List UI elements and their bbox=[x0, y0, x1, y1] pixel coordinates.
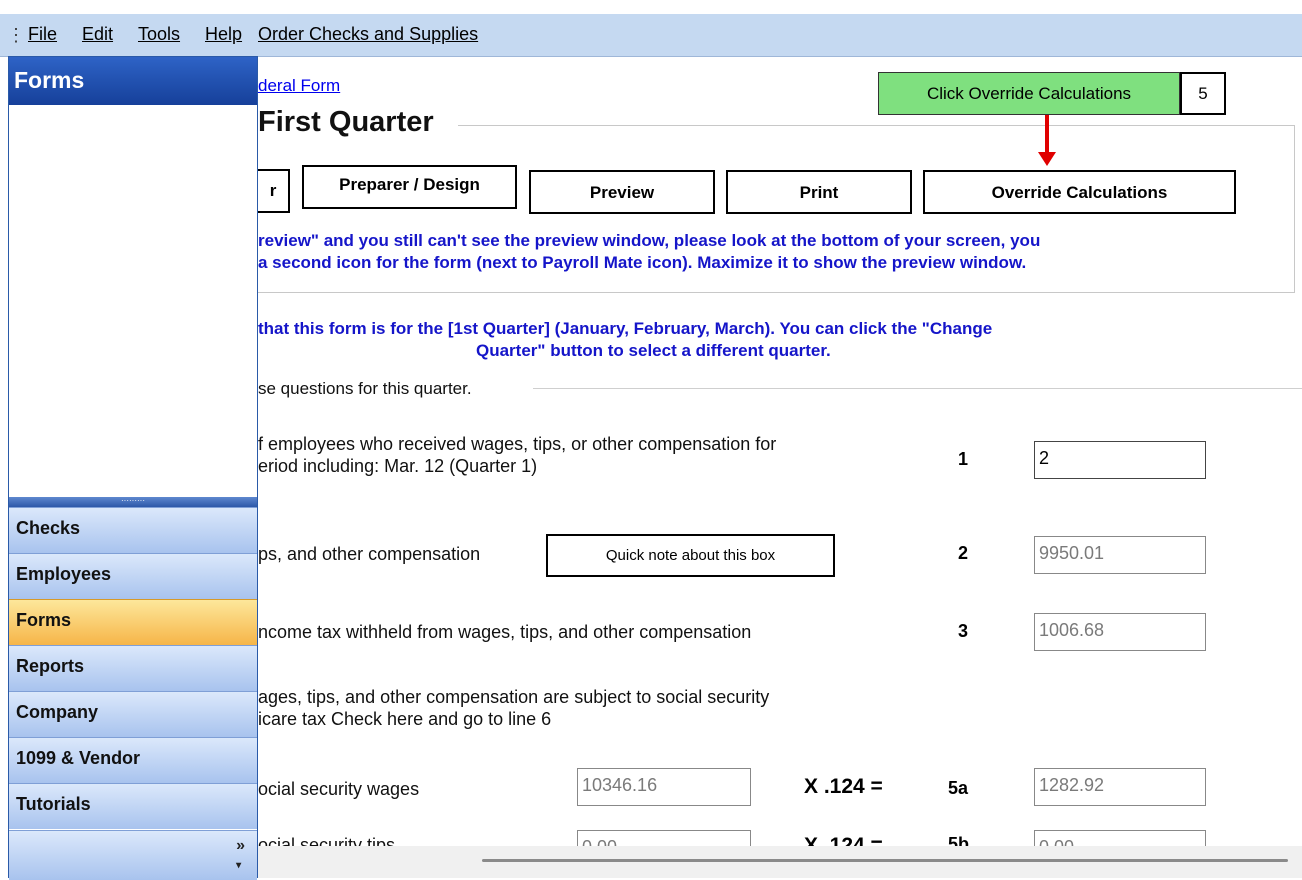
menu-order-checks[interactable]: Order Checks and Supplies bbox=[258, 24, 478, 45]
preview-note: review" and you still can't see the prev… bbox=[258, 231, 1041, 272]
preview-button[interactable]: Preview bbox=[529, 170, 715, 214]
nav-reports[interactable]: Reports bbox=[9, 645, 257, 691]
chevron-more-icon[interactable]: » ▾ bbox=[236, 837, 245, 873]
step-number: 5 bbox=[1180, 72, 1226, 115]
horizontal-scrollbar[interactable] bbox=[258, 846, 1302, 878]
menu-help[interactable]: Help bbox=[205, 24, 242, 45]
federal-form-link[interactable]: deral Form bbox=[258, 76, 340, 96]
menu-bar: ⋮ File Edit Tools Help Order Checks and … bbox=[0, 14, 1302, 57]
menu-edit[interactable]: Edit bbox=[82, 24, 113, 45]
ss-wages-multiplier: X .124 = bbox=[804, 775, 883, 798]
nav-overflow-bar: » ▾ bbox=[9, 830, 257, 880]
nav-company[interactable]: Company bbox=[9, 691, 257, 737]
line-1-label: f employees who received wages, tips, or… bbox=[258, 434, 777, 476]
menu-tools[interactable]: Tools bbox=[138, 24, 180, 45]
wages-field[interactable]: 9950.01 bbox=[1034, 536, 1206, 574]
groupbox-border bbox=[1294, 125, 1295, 293]
line-5a-label: ocial security wages bbox=[258, 779, 420, 799]
groupbox-border bbox=[458, 125, 1294, 126]
override-calculations-button[interactable]: Override Calculations bbox=[923, 170, 1236, 214]
tutorial-callout: Click Override Calculations bbox=[878, 72, 1180, 115]
line-2-label: ps, and other compensation bbox=[258, 544, 481, 564]
ss-wages-field[interactable]: 10346.16 bbox=[577, 768, 751, 806]
print-button[interactable]: Print bbox=[726, 170, 912, 214]
income-tax-withheld-field[interactable]: 1006.68 bbox=[1034, 613, 1206, 651]
form-content: deral Form First Quarter Click Override … bbox=[258, 56, 1302, 878]
line-2-number: 2 bbox=[958, 543, 969, 563]
navigation-sidebar: Forms ········· Checks Employees Forms R… bbox=[8, 56, 258, 880]
line-4-label: ages, tips, and other compensation are s… bbox=[258, 687, 770, 729]
page-title: First Quarter bbox=[258, 106, 434, 138]
ss-wages-tax-field[interactable]: 1282.92 bbox=[1034, 768, 1206, 806]
sidebar-splitter[interactable]: ········· bbox=[9, 497, 257, 507]
nav-employees[interactable]: Employees bbox=[9, 553, 257, 599]
scrollbar-thumb[interactable] bbox=[482, 859, 1288, 862]
line-1-number: 1 bbox=[958, 449, 969, 469]
questions-label: se questions for this quarter. bbox=[258, 379, 472, 398]
line-5a-number: 5a bbox=[948, 778, 969, 798]
employee-count-field[interactable]: 2 bbox=[1034, 441, 1206, 479]
arrow-down-icon bbox=[1045, 115, 1049, 155]
sidebar-header: Forms bbox=[9, 57, 257, 105]
line-3-number: 3 bbox=[958, 621, 969, 641]
quick-note-button[interactable]: Quick note about this box bbox=[546, 534, 835, 577]
groupbox-border bbox=[533, 388, 1302, 389]
line-3-label: ncome tax withheld from wages, tips, and… bbox=[258, 622, 752, 642]
nav-1099-vendor[interactable]: 1099 & Vendor bbox=[9, 737, 257, 783]
arrow-head-icon bbox=[1038, 152, 1056, 166]
nav-checks[interactable]: Checks bbox=[9, 507, 257, 553]
quarter-note: that this form is for the [1st Quarter] … bbox=[258, 319, 993, 360]
nav-forms[interactable]: Forms bbox=[9, 599, 257, 645]
toolbar-grip-icon[interactable]: ⋮ bbox=[7, 25, 25, 46]
nav-tutorials[interactable]: Tutorials bbox=[9, 783, 257, 829]
preparer-design-button[interactable]: Preparer / Design bbox=[302, 165, 517, 209]
groupbox-border bbox=[258, 292, 1295, 293]
menu-file[interactable]: File bbox=[28, 24, 57, 45]
change-quarter-button[interactable]: r bbox=[258, 169, 290, 213]
